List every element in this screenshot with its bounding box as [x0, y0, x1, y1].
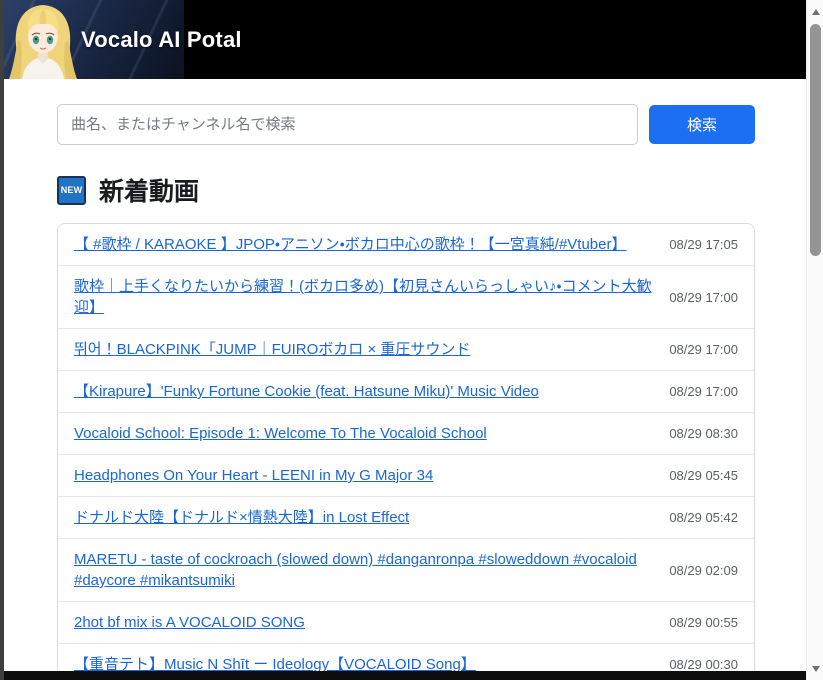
video-link[interactable]: 歌枠｜上手くなりたいから練習！(ボカロ多め)【初見さんいらっしゃい♪・コメント大…: [74, 276, 652, 318]
scrollbar-up-icon[interactable]: [807, 3, 823, 20]
video-link[interactable]: ドナルド大陸【ドナルド×情熱大陸】in Lost Effect: [74, 507, 409, 528]
video-row: MARETU - taste of cockroach (slowed down…: [58, 539, 754, 602]
video-timestamp: 08/29 05:45: [669, 468, 738, 483]
video-timestamp: 08/29 05:42: [669, 510, 738, 525]
video-timestamp: 08/29 17:00: [669, 384, 738, 399]
avatar: [4, 0, 82, 79]
section-title: 新着動画: [99, 172, 199, 208]
video-row: 歌枠｜上手くなりたいから練習！(ボカロ多め)【初見さんいらっしゃい♪・コメント大…: [58, 266, 754, 329]
app-header: Vocalo AI Potal: [4, 0, 806, 79]
video-row: 뛰어！BLACKPINK「JUMP｜FUIROボカロ × 重圧サウンド 08/2…: [58, 329, 754, 371]
scrollbar[interactable]: [806, 0, 823, 680]
video-link[interactable]: 【Kirapure】'Funky Fortune Cookie (feat. H…: [74, 381, 539, 402]
video-timestamp: 08/29 17:05: [669, 237, 738, 252]
video-row: 【 #歌枠 / KARAOKE 】JPOP・アニソン・ボカロ中心の歌枠！【一宮真…: [58, 224, 754, 266]
video-row: 2hot bf mix is A VOCALOID SONG 08/29 00:…: [58, 602, 754, 644]
video-link[interactable]: 2hot bf mix is A VOCALOID SONG: [74, 612, 305, 633]
video-list: 【 #歌枠 / KARAOKE 】JPOP・アニソン・ボカロ中心の歌枠！【一宮真…: [57, 223, 755, 680]
video-timestamp: 08/29 00:55: [669, 615, 738, 630]
video-timestamp: 08/29 00:30: [669, 657, 738, 672]
main-content: 検索 NEW 新着動画 【 #歌枠 / KARAOKE 】JPOP・アニソン・ボ…: [4, 79, 806, 671]
video-link[interactable]: MARETU - taste of cockroach (slowed down…: [74, 549, 652, 591]
video-link[interactable]: 뛰어！BLACKPINK「JUMP｜FUIROボカロ × 重圧サウンド: [74, 339, 470, 360]
video-timestamp: 08/29 17:00: [669, 290, 738, 305]
video-row: Headphones On Your Heart - LEENI in My G…: [58, 455, 754, 497]
video-timestamp: 08/29 17:00: [669, 342, 738, 357]
video-row: 【Kirapure】'Funky Fortune Cookie (feat. H…: [58, 371, 754, 413]
video-link[interactable]: Vocaloid School: Episode 1: Welcome To T…: [74, 423, 487, 444]
video-row: Vocaloid School: Episode 1: Welcome To T…: [58, 413, 754, 455]
scrollbar-thumb[interactable]: [810, 24, 821, 256]
search-bar: 検索: [57, 104, 755, 145]
video-row: ドナルド大陸【ドナルド×情熱大陸】in Lost Effect 08/29 05…: [58, 497, 754, 539]
page-title: Vocalo AI Potal: [81, 27, 242, 53]
video-link[interactable]: 【 #歌枠 / KARAOKE 】JPOP・アニソン・ボカロ中心の歌枠！【一宮真…: [74, 234, 627, 255]
footer-bar: [4, 671, 806, 680]
video-link[interactable]: Headphones On Your Heart - LEENI in My G…: [74, 465, 433, 486]
new-badge-icon: NEW: [57, 176, 86, 205]
section-header: NEW 新着動画: [57, 172, 755, 208]
video-timestamp: 08/29 08:30: [669, 426, 738, 441]
window-edge: [0, 0, 4, 680]
search-button[interactable]: 検索: [649, 105, 755, 144]
video-timestamp: 08/29 02:09: [669, 563, 738, 578]
search-input[interactable]: [57, 104, 638, 145]
scrollbar-down-icon[interactable]: [807, 660, 823, 677]
